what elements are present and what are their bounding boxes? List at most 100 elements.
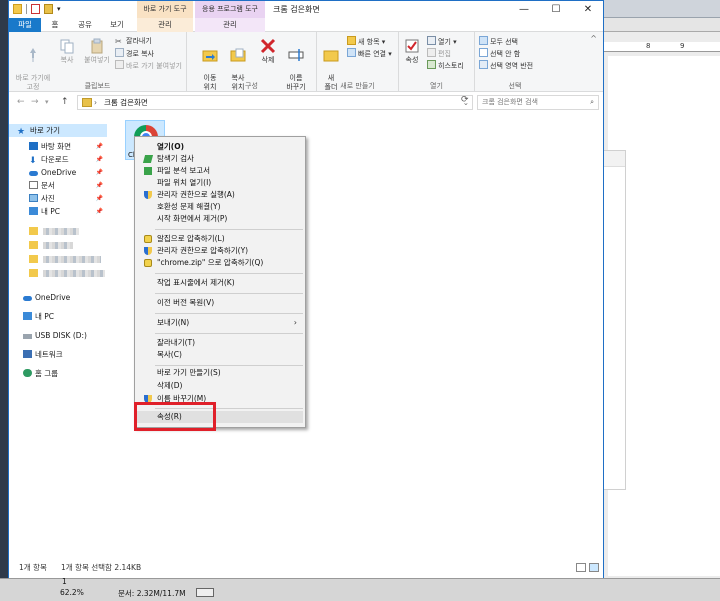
sidebar-item-documents[interactable]: 문서 📌 bbox=[9, 179, 107, 192]
menu-item-run-as-admin[interactable]: 관리자 권한으로 실행(A) bbox=[137, 189, 303, 201]
breadcrumb-current[interactable]: 크롬 검은화면 bbox=[98, 98, 148, 107]
toggle-switch[interactable] bbox=[196, 588, 214, 597]
search-input[interactable]: 크롬 검은화면 검색 ⌕ bbox=[477, 95, 599, 110]
menu-item-send-to[interactable]: 보내기(N) › bbox=[137, 317, 303, 329]
menu-item-file-report[interactable]: 파일 분석 보고서 bbox=[137, 165, 303, 177]
large-icons-view-icon[interactable] bbox=[589, 563, 599, 572]
recent-locations-icon[interactable]: ▾ bbox=[45, 98, 49, 106]
menu-item-open[interactable]: 열기(O) bbox=[137, 141, 303, 153]
menu-separator bbox=[155, 229, 303, 230]
back-arrow-icon[interactable]: ← bbox=[17, 97, 25, 107]
edit-button[interactable]: 편집 bbox=[427, 48, 451, 59]
computer-icon bbox=[23, 312, 32, 320]
forward-arrow-icon[interactable]: → bbox=[31, 97, 39, 107]
group-select: 모두 선택 선택 안 함 선택 영역 반전 선택 bbox=[475, 32, 555, 92]
properties-icon[interactable] bbox=[31, 4, 40, 14]
properties-button[interactable]: 속성 bbox=[401, 38, 423, 65]
sidebar-item-this-pc-quick[interactable]: 내 PC 📌 bbox=[9, 205, 107, 218]
menu-item-copy[interactable]: 복사(C) bbox=[137, 349, 303, 361]
invert-selection-button[interactable]: 선택 영역 반전 bbox=[479, 60, 533, 71]
sidebar-item-onedrive[interactable]: OneDrive bbox=[9, 291, 107, 304]
copy-icon bbox=[60, 39, 74, 54]
menu-item-create-shortcut[interactable]: 바로 가기 만들기(S) bbox=[137, 367, 303, 379]
easy-access-button[interactable]: 빠른 연결 ▾ bbox=[347, 48, 392, 59]
new-item-button[interactable]: 새 항목 ▾ bbox=[347, 36, 385, 47]
new-folder-icon[interactable] bbox=[44, 4, 53, 14]
sidebar-item-usb[interactable]: USB DISK (D:) bbox=[9, 329, 107, 342]
copy-button[interactable]: 복사 bbox=[57, 38, 77, 65]
minimize-button[interactable]: — bbox=[509, 1, 539, 18]
context-tab-shortcut-tools: 바로 가기 도구 bbox=[137, 1, 193, 18]
tab-manage-shortcut[interactable]: 관리 bbox=[137, 18, 193, 32]
collapse-ribbon-icon[interactable]: ^ bbox=[590, 34, 597, 43]
menu-item-troubleshoot[interactable]: 호환성 문제 해결(Y) bbox=[137, 201, 303, 213]
folder-icon bbox=[29, 269, 38, 277]
search-icon: ⌕ bbox=[590, 98, 594, 106]
sidebar-item-redacted[interactable] bbox=[9, 239, 107, 252]
history-button[interactable]: 히스토리 bbox=[427, 60, 464, 71]
select-none-label: 선택 안 함 bbox=[490, 50, 521, 58]
tab-view[interactable]: 보기 bbox=[103, 18, 131, 32]
group-open: 속성 열기 ▾ 편집 히스토리 열기 bbox=[399, 32, 475, 92]
menu-item-delete[interactable]: 삭제(D) bbox=[137, 380, 303, 392]
menu-item-restore-versions[interactable]: 이전 버전 복원(V) bbox=[137, 297, 303, 309]
chevron-down-icon[interactable]: ▾ bbox=[57, 4, 63, 14]
menu-item-unpin-taskbar[interactable]: 작업 표시줄에서 제거(K) bbox=[137, 277, 303, 289]
menu-item-cut[interactable]: 잘라내기(T) bbox=[137, 337, 303, 349]
move-to-icon bbox=[202, 50, 218, 62]
clipboard-group-label: 클립보드 bbox=[84, 82, 111, 90]
menu-item-open-file-location[interactable]: 파일 위치 열기(I) bbox=[137, 177, 303, 189]
sidebar-item-quick-access[interactable]: ★ 바로 가기 bbox=[9, 124, 107, 137]
sidebar-label: OneDrive bbox=[35, 293, 71, 302]
close-button[interactable]: ✕ bbox=[573, 1, 603, 18]
delete-button[interactable]: 삭제 bbox=[257, 38, 279, 65]
sidebar-item-homegroup[interactable]: 홈 그룹 bbox=[9, 367, 107, 380]
tab-share[interactable]: 공유 bbox=[71, 18, 99, 32]
cloud-icon bbox=[23, 296, 32, 301]
easy-access-icon bbox=[347, 48, 356, 57]
history-label: 히스토리 bbox=[438, 62, 464, 70]
select-none-button[interactable]: 선택 안 함 bbox=[479, 48, 520, 59]
menu-item-explorer-scan[interactable]: 탐색기 검사 bbox=[137, 153, 303, 165]
sidebar-item-downloads[interactable]: ⬇ 다운로드 📌 bbox=[9, 153, 107, 166]
sidebar-label: 내 PC bbox=[41, 207, 61, 216]
menu-separator bbox=[155, 313, 303, 314]
tab-home[interactable]: 홈 bbox=[45, 18, 65, 32]
copy-path-button[interactable]: 경로 복사 bbox=[115, 48, 154, 59]
invert-selection-icon bbox=[479, 60, 488, 69]
select-all-button[interactable]: 모두 선택 bbox=[479, 36, 518, 47]
sidebar-item-redacted[interactable] bbox=[9, 253, 107, 266]
sidebar-item-this-pc[interactable]: 내 PC bbox=[9, 310, 107, 323]
homegroup-icon bbox=[23, 369, 32, 377]
menu-separator bbox=[155, 293, 303, 294]
sidebar-item-desktop[interactable]: 바탕 화면 📌 bbox=[9, 140, 107, 153]
breadcrumb-separator-icon: › bbox=[94, 98, 97, 107]
sidebar-item-pictures[interactable]: 사진 📌 bbox=[9, 192, 107, 205]
menu-item-unpin-start[interactable]: 시작 화면에서 제거(P) bbox=[137, 213, 303, 225]
tab-file[interactable]: 파일 bbox=[9, 18, 41, 32]
address-bar-row: ← → ▾ ↑ › 크롬 검은화면 ⌄ ⟳ 크롬 검은화면 검색 ⌕ bbox=[9, 92, 603, 114]
sidebar-item-onedrive-quick[interactable]: OneDrive 📌 bbox=[9, 166, 107, 179]
up-arrow-icon[interactable]: ↑ bbox=[61, 97, 69, 107]
address-input[interactable]: › 크롬 검은화면 ⌄ bbox=[77, 95, 473, 110]
paste-label: 붙여넣기 bbox=[84, 56, 110, 64]
menu-item-alzip[interactable]: 알집으로 압축하기(L) bbox=[137, 233, 303, 245]
rename-icon bbox=[288, 49, 304, 61]
sidebar-item-network[interactable]: 네트워크 bbox=[9, 348, 107, 361]
tab-manage-app[interactable]: 관리 bbox=[195, 18, 265, 32]
sidebar-item-redacted[interactable] bbox=[9, 225, 107, 238]
cut-button[interactable]: ✂ 잘라내기 bbox=[115, 36, 152, 46]
open-button[interactable]: 열기 ▾ bbox=[427, 36, 457, 47]
folder-icon[interactable] bbox=[13, 4, 22, 14]
new-group-label: 새로 만들기 bbox=[340, 82, 375, 90]
maximize-button[interactable]: ☐ bbox=[541, 1, 571, 18]
refresh-icon[interactable]: ⟳ bbox=[461, 95, 469, 105]
menu-item-compress-zip[interactable]: "chrome.zip" 으로 압축하기(Q) bbox=[137, 257, 303, 269]
sidebar-item-redacted[interactable] bbox=[9, 267, 107, 280]
edit-label: 편집 bbox=[438, 50, 451, 58]
details-view-icon[interactable] bbox=[576, 563, 586, 572]
paste-button[interactable]: 붙여넣기 bbox=[81, 38, 113, 65]
menu-item-alzip-admin[interactable]: 관리자 권한으로 압축하기(Y) bbox=[137, 245, 303, 257]
menu-label: "chrome.zip" 으로 압축하기(Q) bbox=[157, 258, 264, 267]
paste-shortcut-button[interactable]: 바로 가기 붙여넣기 bbox=[115, 60, 182, 71]
